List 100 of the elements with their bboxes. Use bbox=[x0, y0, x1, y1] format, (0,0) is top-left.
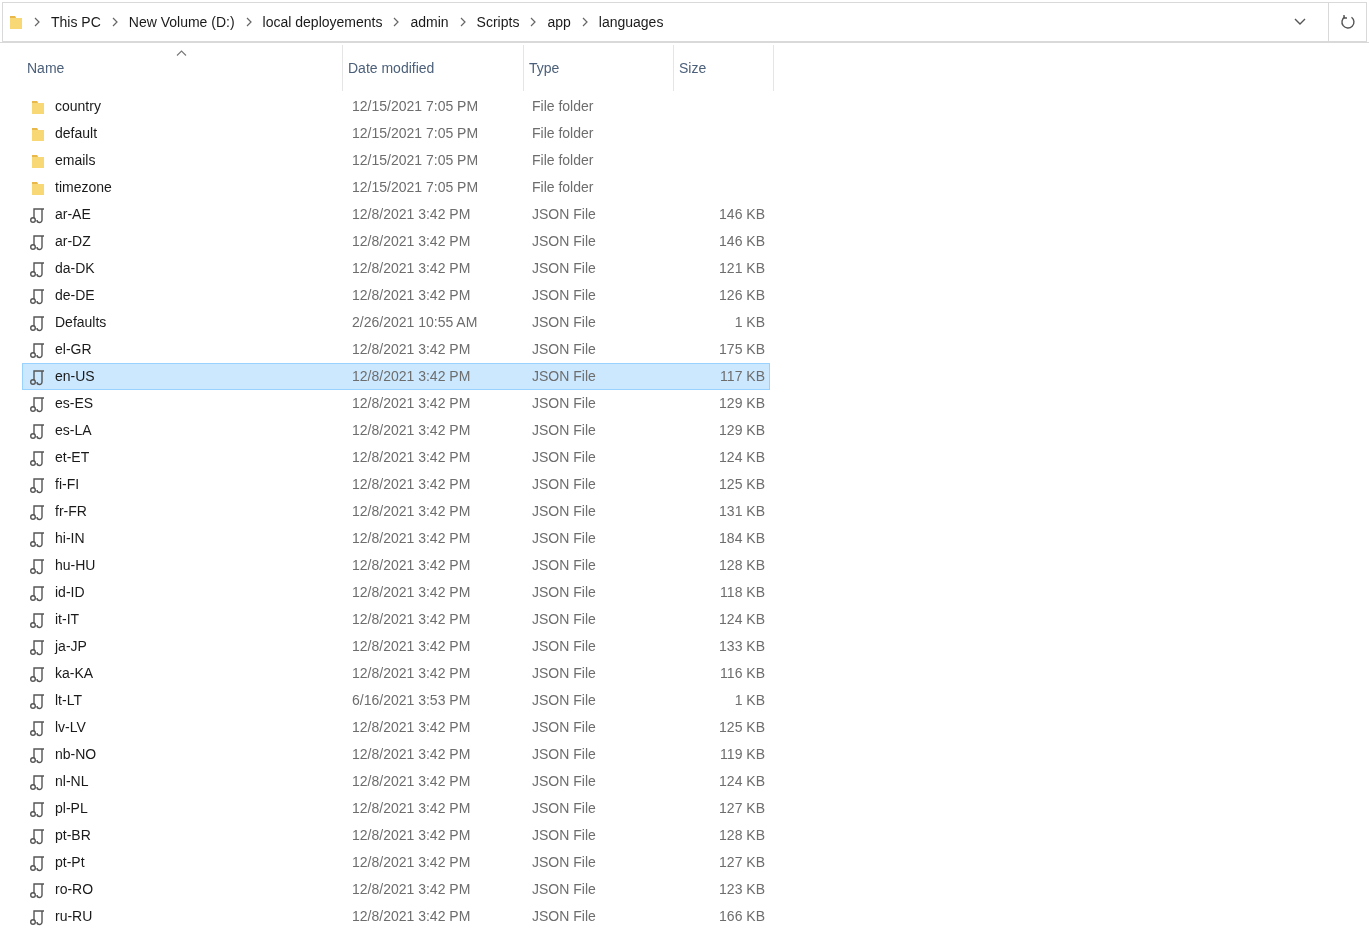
file-icon bbox=[29, 637, 47, 656]
file-row[interactable]: da-DK 12/8/2021 3:42 PM JSON File 121 KB bbox=[22, 255, 770, 282]
refresh-button[interactable] bbox=[1329, 2, 1367, 42]
breadcrumb-item[interactable]: New Volume (D:) bbox=[128, 11, 235, 33]
date-cell-text: 6/16/2021 3:53 PM bbox=[351, 691, 472, 710]
file-name: pl-PL bbox=[55, 799, 88, 818]
date-cell-text: 12/15/2021 7:05 PM bbox=[351, 151, 480, 170]
file-name: el-GR bbox=[55, 340, 92, 359]
file-icon bbox=[29, 367, 47, 386]
file-icon bbox=[29, 448, 47, 467]
file-row[interactable]: default 12/15/2021 7:05 PM File folder bbox=[22, 120, 770, 147]
type-cell-text: JSON File bbox=[531, 475, 597, 494]
file-row[interactable]: ar-DZ 12/8/2021 3:42 PM JSON File 146 KB bbox=[22, 228, 770, 255]
date-cell-text: 12/15/2021 7:05 PM bbox=[351, 178, 480, 197]
file-row[interactable]: ja-JP 12/8/2021 3:42 PM JSON File 133 KB bbox=[22, 633, 770, 660]
type-cell-text: JSON File bbox=[531, 583, 597, 602]
file-icon bbox=[29, 556, 47, 575]
size-cell-text: 146 KB bbox=[718, 205, 765, 224]
file-icon bbox=[29, 610, 47, 629]
refresh-icon bbox=[1339, 14, 1356, 30]
type-cell-text: JSON File bbox=[531, 718, 597, 737]
sort-ascending-icon bbox=[176, 50, 187, 56]
size-cell-text: 184 KB bbox=[718, 529, 765, 548]
file-row[interactable]: hu-HU 12/8/2021 3:42 PM JSON File 128 KB bbox=[22, 552, 770, 579]
breadcrumb-item[interactable]: This PC bbox=[51, 11, 101, 33]
date-cell-text: 12/8/2021 3:42 PM bbox=[351, 340, 472, 359]
column-header[interactable]: Size bbox=[674, 45, 774, 91]
file-name: emails bbox=[55, 151, 96, 170]
file-icon bbox=[29, 826, 47, 845]
file-row[interactable]: es-LA 12/8/2021 3:42 PM JSON File 129 KB bbox=[22, 417, 770, 444]
file-row[interactable]: pl-PL 12/8/2021 3:42 PM JSON File 127 KB bbox=[22, 795, 770, 822]
file-icon bbox=[29, 583, 47, 602]
file-row[interactable]: hi-IN 12/8/2021 3:42 PM JSON File 184 KB bbox=[22, 525, 770, 552]
size-cell-text: 128 KB bbox=[718, 556, 765, 575]
column-header[interactable]: Date modified bbox=[343, 45, 524, 91]
type-cell-text: JSON File bbox=[531, 448, 597, 467]
date-cell-text: 12/8/2021 3:42 PM bbox=[351, 232, 472, 251]
file-row[interactable]: el-GR 12/8/2021 3:42 PM JSON File 175 KB bbox=[22, 336, 770, 363]
file-row[interactable]: pt-BR 12/8/2021 3:42 PM JSON File 128 KB bbox=[22, 822, 770, 849]
file-row[interactable]: ka-KA 12/8/2021 3:42 PM JSON File 116 KB bbox=[22, 660, 770, 687]
folder-icon bbox=[31, 152, 45, 169]
breadcrumb-item[interactable]: admin bbox=[410, 11, 449, 33]
file-name: id-ID bbox=[55, 583, 85, 602]
file-row[interactable]: nl-NL 12/8/2021 3:42 PM JSON File 124 KB bbox=[22, 768, 770, 795]
file-name: nb-NO bbox=[55, 745, 97, 764]
file-row[interactable]: ro-RO 12/8/2021 3:42 PM JSON File 123 KB bbox=[22, 876, 770, 903]
date-cell-text: 12/8/2021 3:42 PM bbox=[351, 259, 472, 278]
file-icon bbox=[29, 529, 47, 548]
size-cell-text: 119 KB bbox=[719, 745, 765, 764]
file-icon bbox=[29, 745, 47, 764]
chevron-right-icon bbox=[110, 17, 119, 27]
file-row[interactable]: fi-FI 12/8/2021 3:42 PM JSON File 125 KB bbox=[22, 471, 770, 498]
file-icon bbox=[29, 394, 47, 413]
breadcrumb-item[interactable]: local deployements bbox=[262, 11, 383, 33]
type-cell-text: JSON File bbox=[531, 880, 597, 899]
size-cell-text: 131 KB bbox=[718, 502, 765, 521]
file-row[interactable]: lt-LT 6/16/2021 3:53 PM JSON File 1 KB bbox=[22, 687, 770, 714]
column-header[interactable]: Name bbox=[22, 45, 343, 91]
size-cell-text: 129 KB bbox=[718, 421, 765, 440]
file-row[interactable]: emails 12/15/2021 7:05 PM File folder bbox=[22, 147, 770, 174]
file-row[interactable]: timezone 12/15/2021 7:05 PM File folder bbox=[22, 174, 770, 201]
type-cell-text: JSON File bbox=[531, 502, 597, 521]
folder-icon bbox=[9, 14, 23, 30]
breadcrumb-item[interactable]: app bbox=[547, 11, 571, 33]
file-name: de-DE bbox=[55, 286, 95, 305]
file-icon bbox=[29, 502, 47, 521]
file-row[interactable]: country 12/15/2021 7:05 PM File folder bbox=[22, 93, 770, 120]
file-row[interactable]: ru-RU 12/8/2021 3:42 PM JSON File 166 KB bbox=[22, 903, 770, 930]
size-cell-text: 125 KB bbox=[718, 475, 765, 494]
type-cell-text: JSON File bbox=[531, 259, 597, 278]
file-row[interactable]: es-ES 12/8/2021 3:42 PM JSON File 129 KB bbox=[22, 390, 770, 417]
size-cell-text: 124 KB bbox=[718, 610, 765, 629]
file-name: default bbox=[55, 124, 98, 143]
size-cell-text: 118 KB bbox=[719, 583, 765, 602]
breadcrumb-item[interactable]: languages bbox=[598, 11, 664, 33]
file-row[interactable]: Defaults 2/26/2021 10:55 AM JSON File 1 KB bbox=[22, 309, 770, 336]
size-cell-text: 127 KB bbox=[718, 799, 765, 818]
date-cell-text: 12/8/2021 3:42 PM bbox=[351, 826, 472, 845]
column-header[interactable]: Type bbox=[524, 45, 674, 91]
file-row[interactable]: et-ET 12/8/2021 3:42 PM JSON File 124 KB bbox=[22, 444, 770, 471]
file-row[interactable]: it-IT 12/8/2021 3:42 PM JSON File 124 KB bbox=[22, 606, 770, 633]
file-name: en-US bbox=[55, 367, 95, 386]
type-cell-text: JSON File bbox=[531, 367, 597, 386]
file-row[interactable]: en-US 12/8/2021 3:42 PM JSON File 117 KB bbox=[22, 363, 770, 390]
chevron-down-icon[interactable] bbox=[1294, 18, 1306, 26]
file-icon bbox=[29, 205, 47, 224]
file-row[interactable]: nb-NO 12/8/2021 3:42 PM JSON File 119 KB bbox=[22, 741, 770, 768]
size-cell-text: 129 KB bbox=[718, 394, 765, 413]
file-icon bbox=[29, 799, 47, 818]
file-row[interactable]: lv-LV 12/8/2021 3:42 PM JSON File 125 KB bbox=[22, 714, 770, 741]
file-row[interactable]: de-DE 12/8/2021 3:42 PM JSON File 126 KB bbox=[22, 282, 770, 309]
size-cell-text: 166 KB bbox=[718, 907, 765, 926]
file-row[interactable]: pt-Pt 12/8/2021 3:42 PM JSON File 127 KB bbox=[22, 849, 770, 876]
file-row[interactable]: id-ID 12/8/2021 3:42 PM JSON File 118 KB bbox=[22, 579, 770, 606]
address-bar[interactable]: This PC New Volume (D:) local deployements admin Scripts app languages bbox=[2, 2, 1329, 42]
file-row[interactable]: fr-FR 12/8/2021 3:42 PM JSON File 131 KB bbox=[22, 498, 770, 525]
file-row[interactable]: ar-AE 12/8/2021 3:42 PM JSON File 146 KB bbox=[22, 201, 770, 228]
breadcrumb-item[interactable]: Scripts bbox=[476, 11, 520, 33]
file-name: es-LA bbox=[55, 421, 92, 440]
date-cell-text: 12/8/2021 3:42 PM bbox=[351, 421, 472, 440]
